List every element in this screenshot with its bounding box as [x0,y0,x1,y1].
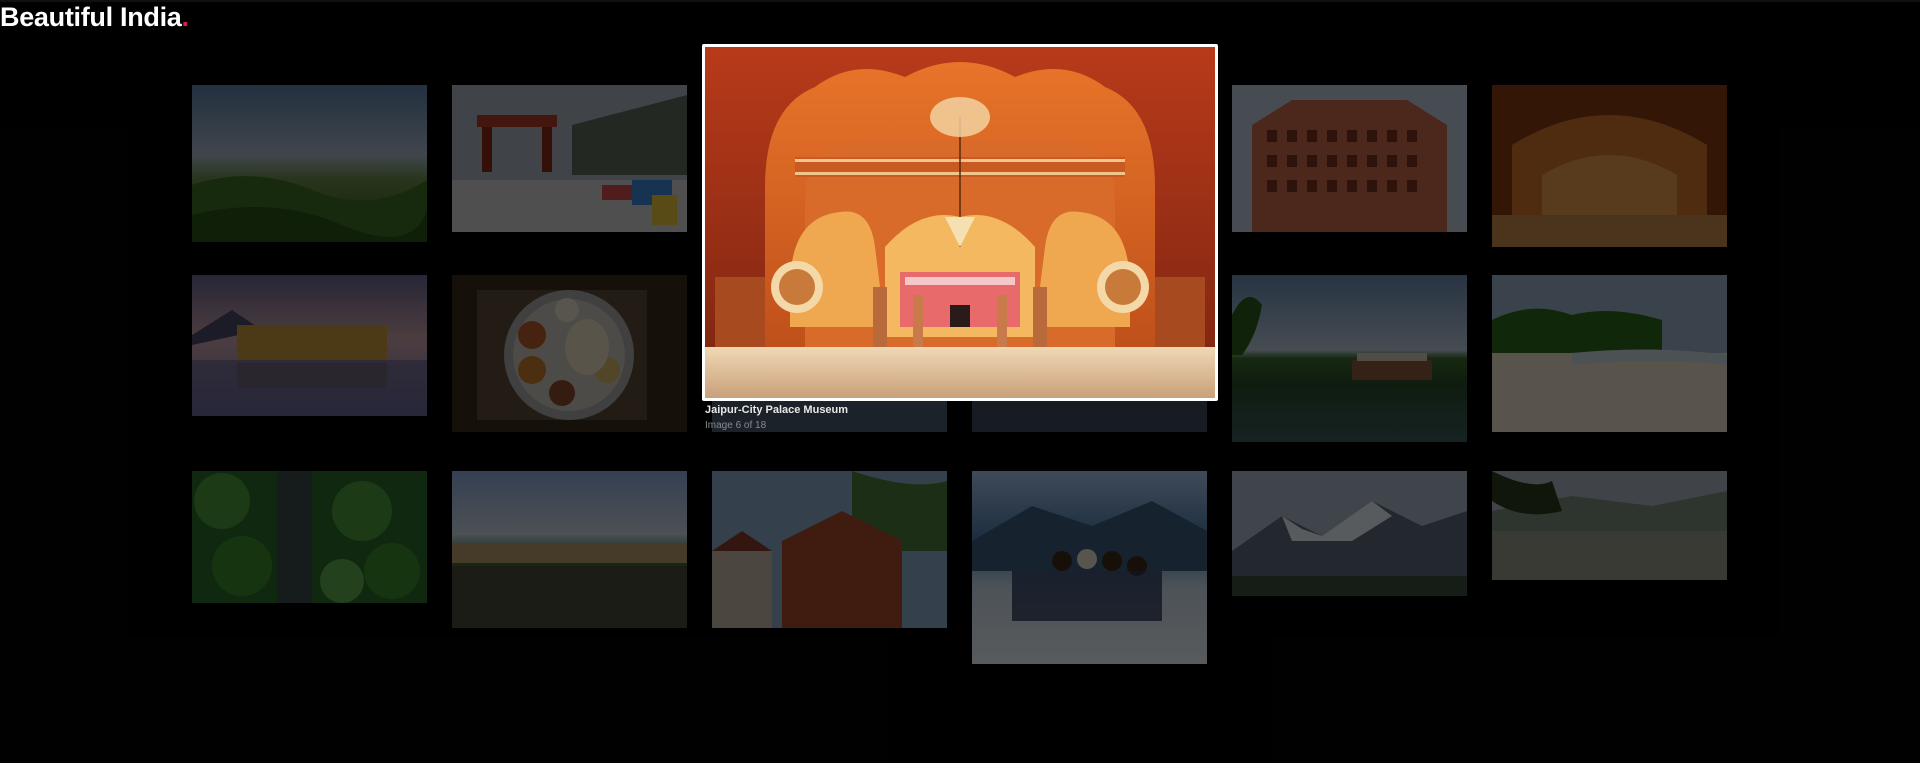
site-title-dot: . [181,2,190,32]
lightbox-image-frame[interactable] [702,44,1218,401]
site-title-text: Beautiful India [0,2,182,32]
page: Beautiful India. Jaipur-City Palace Muse… [0,0,1920,763]
lightbox-caption: Jaipur-City Palace Museum [705,404,849,416]
site-title: Beautiful India. [0,2,189,33]
lightbox-counter: Image 6 of 18 [705,420,767,431]
lightbox: Jaipur-City Palace Museum Image 6 of 18 [702,44,1218,431]
lightbox-image [705,47,1215,398]
